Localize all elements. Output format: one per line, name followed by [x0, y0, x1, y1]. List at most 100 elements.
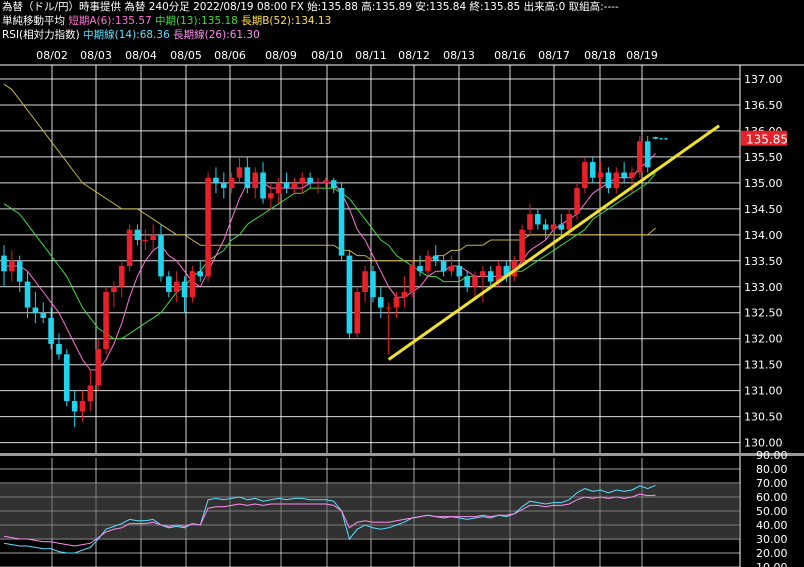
candle-body	[315, 182, 321, 184]
candle-body	[268, 193, 274, 199]
ma-short-line	[4, 152, 656, 371]
candle-body	[456, 265, 463, 277]
candle-body	[464, 276, 470, 287]
price-tick-label: 131.00	[744, 385, 783, 398]
rsi-tick-label: 40.00	[756, 519, 788, 532]
candle-body	[432, 255, 439, 261]
x-tick-label: 08/10	[311, 49, 343, 62]
candle-body	[32, 307, 39, 313]
candle-body	[550, 224, 557, 230]
candle-body	[323, 180, 329, 183]
x-tick-label: 08/04	[125, 49, 157, 62]
candle-body	[299, 177, 306, 183]
candle-body	[589, 162, 596, 178]
candle-body	[582, 162, 588, 189]
ma-mid-line	[3, 173, 656, 340]
candle-body	[158, 234, 164, 277]
candle-body	[487, 271, 494, 282]
rsi-tick-label: 50.00	[756, 505, 788, 518]
candle-body	[236, 167, 243, 178]
candle-body	[519, 229, 525, 261]
candle-body	[370, 271, 376, 298]
candle-body	[613, 172, 620, 189]
rsi-mid-legend: 中期線(14):68.36	[83, 29, 170, 41]
candle-body	[48, 317, 54, 344]
ma-mid-legend: 中期(13):135.18	[155, 15, 238, 27]
candle-body	[362, 271, 368, 292]
candle-body	[126, 229, 133, 266]
price-tick-label: 134.50	[744, 203, 783, 216]
candle-body	[629, 172, 635, 178]
price-tick-label: 137.00	[744, 73, 783, 86]
candle-body	[111, 286, 117, 292]
candle-body	[527, 214, 533, 230]
x-tick-label: 08/13	[443, 49, 475, 62]
candle-body	[260, 172, 266, 199]
price-tick-label: 134.00	[744, 229, 783, 242]
candle-body	[9, 260, 15, 272]
candle-body	[118, 265, 125, 287]
candle-body	[205, 177, 211, 277]
moving-average-lines	[3, 83, 656, 371]
candle-body	[134, 229, 141, 241]
candle-body	[440, 260, 447, 272]
candle-body	[605, 172, 612, 189]
candle-body	[354, 291, 361, 334]
x-tick-label: 08/19	[626, 49, 658, 62]
candle-body	[64, 354, 70, 402]
candle-body	[644, 141, 651, 168]
x-tick-label: 08/12	[398, 49, 430, 62]
ma-title: 単純移動平均	[2, 15, 65, 27]
rsi-tick-label: 70.00	[756, 477, 788, 490]
price-tick-label: 133.00	[744, 281, 783, 294]
price-tick-label: 132.00	[744, 333, 783, 346]
candle-body	[1, 255, 7, 272]
price-tick-label: 135.00	[744, 177, 783, 190]
rsi-long-legend: 長期線(26):61.30	[173, 29, 260, 41]
candle-body	[472, 276, 478, 287]
last-price-label: 135.85	[746, 133, 788, 147]
candle-body	[574, 188, 580, 215]
candle-body	[275, 182, 282, 194]
panel-separator	[0, 453, 804, 456]
ma-long-line	[3, 83, 656, 262]
rsi-tick-label: 90.00	[756, 449, 788, 462]
candle-body	[197, 271, 204, 277]
candle-body	[173, 281, 180, 292]
candle-body	[566, 214, 572, 230]
price-tick-label: 132.50	[744, 307, 783, 320]
price-tick-label: 130.00	[744, 437, 783, 450]
candle-body	[56, 343, 62, 355]
price-tick-label: 135.50	[744, 151, 783, 164]
candle-body	[401, 291, 408, 298]
candle-body	[448, 265, 455, 272]
candle-body	[24, 281, 31, 308]
candle-body	[213, 177, 219, 183]
rsi-title: RSI(相対力指数)	[2, 29, 80, 41]
x-tick-label: 08/09	[265, 49, 297, 62]
candle-body	[16, 260, 23, 282]
candle-body	[95, 349, 101, 386]
rsi-tick-label: 10.00	[756, 561, 788, 567]
x-tick-label: 08/02	[36, 49, 68, 62]
candle-body	[621, 172, 627, 178]
candle-body	[142, 240, 149, 242]
candle-body	[417, 265, 423, 272]
ma-short-legend: 短期A(6):135.57	[68, 15, 152, 27]
x-tick-label: 08/18	[584, 49, 616, 62]
rsi-tick-label: 80.00	[756, 463, 788, 476]
moving-average-legend: 単純移動平均 短期A(6):135.57 中期(13):135.18 長期B(5…	[2, 15, 331, 28]
candle-body	[338, 188, 345, 256]
x-tick-label: 08/05	[170, 49, 202, 62]
candle-body	[291, 182, 298, 189]
candle-body	[87, 385, 94, 402]
last-price-tag-group: 135.85	[659, 130, 788, 147]
fx-chart: 08/02 08/03 08/04 08/05 08/06 08/09 08/10 08/11…	[0, 49, 804, 567]
candle-body	[480, 271, 486, 277]
candle-body	[330, 180, 337, 189]
candle-body	[252, 172, 258, 189]
candle-body	[597, 172, 604, 178]
rsi-tick-label: 60.00	[756, 491, 788, 504]
candle-body	[378, 297, 384, 308]
rsi-legend: RSI(相対力指数) 中期線(14):68.36 長期線(26):61.30	[2, 29, 260, 42]
